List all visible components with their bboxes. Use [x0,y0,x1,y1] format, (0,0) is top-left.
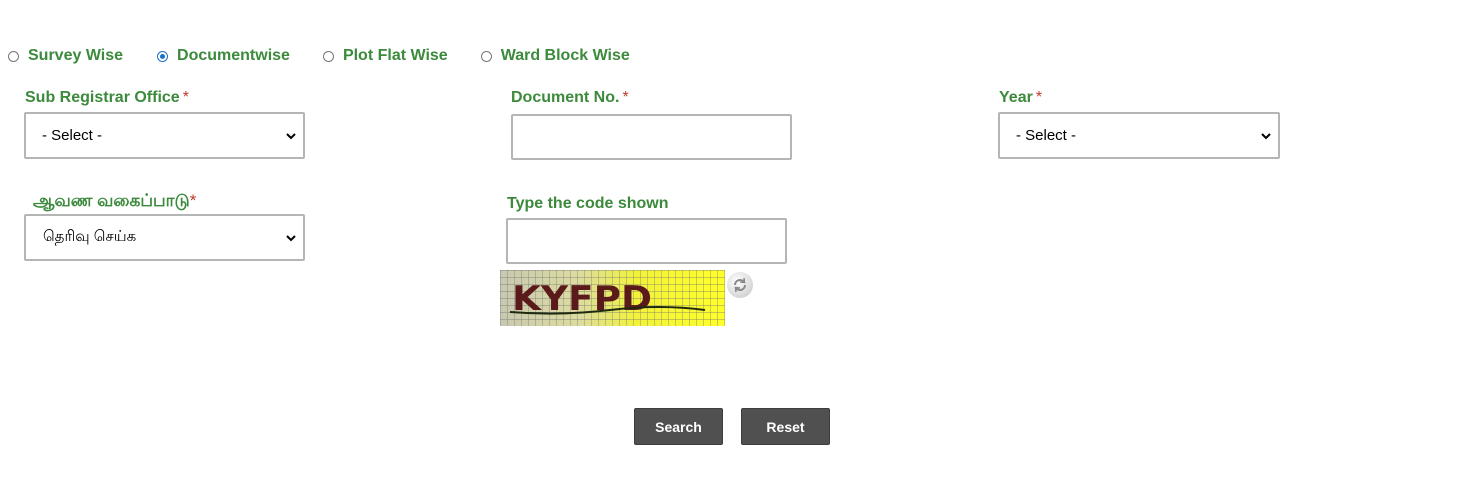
doc-no-label-text: Document No. [511,89,620,106]
doc-type-label: ஆவண வகைப்பாடு* [33,191,196,213]
chevron-down-icon [285,130,297,142]
doc-no-label: Document No. * [511,89,629,107]
chevron-down-icon [1260,130,1272,142]
captcha-label: Type the code shown [507,195,669,212]
sro-label-text: Sub Registrar Office [25,89,180,106]
refresh-icon[interactable] [727,272,753,298]
reset-button[interactable]: Reset [741,408,830,445]
doc-type-select[interactable]: தெரிவு செய்க [24,214,305,261]
doc-type-label-text: ஆவண வகைப்பாடு [33,191,190,210]
captcha-input[interactable] [506,218,787,264]
captcha-image: KYFPD [500,270,725,326]
radio-button[interactable] [322,50,334,62]
year-label-text: Year [999,89,1033,106]
radio-ward-block-wise[interactable]: Ward Block Wise [480,47,630,65]
year-label: Year * [999,89,1042,107]
radio-button[interactable] [157,50,169,62]
radio-button[interactable] [8,50,19,62]
document-search-form: Survey Wise Documentwise Plot Flat Wise … [0,0,1473,478]
year-select[interactable]: - Select - [998,112,1280,159]
chevron-down-icon [285,232,297,244]
year-selected-value: - Select - [1016,127,1077,144]
sro-select[interactable]: - Select - [24,112,305,159]
sro-selected-value: - Select - [42,127,103,144]
required-mark: * [189,191,197,210]
required-mark: * [622,89,629,106]
radio-label: Survey Wise [28,47,124,64]
radio-plot-flat-wise[interactable]: Plot Flat Wise [322,47,448,65]
sro-label: Sub Registrar Office * [25,89,189,107]
radio-label: Documentwise [177,47,290,64]
search-mode-group: Survey Wise Documentwise Plot Flat Wise … [0,44,630,68]
document-number-input[interactable] [511,114,792,160]
radio-label: Plot Flat Wise [342,47,448,64]
radio-button[interactable] [480,50,492,62]
radio-documentwise[interactable]: Documentwise [157,47,290,65]
radio-label: Ward Block Wise [500,47,630,64]
required-mark: * [182,89,189,106]
radio-survey-wise[interactable]: Survey Wise [8,47,123,65]
required-mark: * [1035,89,1043,106]
search-button[interactable]: Search [634,408,723,445]
doc-type-selected-value: தெரிவு செய்க [43,228,137,245]
